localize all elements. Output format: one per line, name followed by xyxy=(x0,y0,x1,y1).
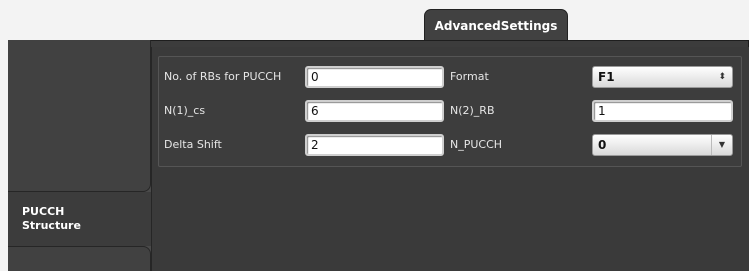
n-pucch-label: N_PUCCH xyxy=(450,138,503,151)
n2-rb-field[interactable]: 1 xyxy=(592,100,733,122)
rbs-for-pucch-field[interactable]: 0 xyxy=(305,66,444,88)
tab-pucch-structure[interactable]: PUCCH Structure xyxy=(8,192,154,246)
n2-rb-label: N(2)_RB xyxy=(450,104,495,117)
format-select-value: F1 xyxy=(598,70,615,84)
n-pucch-dropdown[interactable]: 0 ▼ xyxy=(592,134,733,156)
tab-advanced-settings[interactable]: AdvancedSettings xyxy=(424,9,568,45)
chevron-down-icon[interactable]: ▼ xyxy=(711,135,732,155)
n-pucch-dropdown-value: 0 xyxy=(598,138,607,152)
rbs-for-pucch-label: No. of RBs for PUCCH xyxy=(164,70,282,83)
side-panel-top xyxy=(8,40,151,192)
format-label: Format xyxy=(450,70,489,83)
delta-shift-field[interactable]: 2 xyxy=(305,134,444,156)
n1-cs-label: N(1)_cs xyxy=(164,104,206,117)
tab-pucch-structure-line2: Structure xyxy=(22,219,81,232)
side-panel-bottom xyxy=(8,246,151,271)
tab-pucch-structure-line1: PUCCH xyxy=(22,205,65,218)
n1-cs-field[interactable]: 6 xyxy=(305,100,444,122)
tab-advanced-settings-label: AdvancedSettings xyxy=(434,19,558,33)
delta-shift-label: Delta Shift xyxy=(164,138,222,151)
up-down-arrows-icon: ⬍ xyxy=(718,72,726,82)
format-select[interactable]: F1 ⬍ xyxy=(592,66,733,88)
